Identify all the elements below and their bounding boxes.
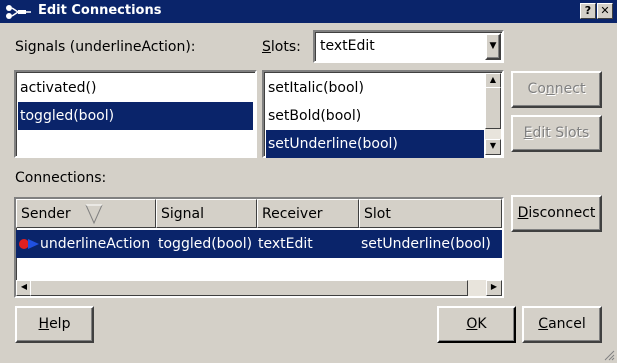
scroll-down-icon[interactable]: ▼ <box>485 139 501 155</box>
edit-slots-button[interactable]: Edit Slots <box>511 115 602 152</box>
disconnect-button[interactable]: Disconnect <box>511 195 602 232</box>
title-bar: Edit Connections ? ✕ <box>0 0 617 23</box>
cell-receiver: textEdit <box>258 236 313 252</box>
column-header-receiver[interactable]: Receiver <box>257 199 359 228</box>
connection-icon <box>19 239 39 249</box>
slots-vertical-scrollbar[interactable]: ▲ ▼ <box>485 73 501 155</box>
cell-sender: underlineAction <box>40 236 151 252</box>
resize-grip-icon[interactable] <box>603 349 615 361</box>
column-header-slot[interactable]: Slot <box>359 199 502 228</box>
cancel-button[interactable]: Cancel <box>522 306 602 343</box>
slots-receiver-value: textEdit <box>320 38 375 54</box>
help-question-button[interactable]: ? <box>580 3 596 19</box>
connections-label: Connections: <box>15 170 107 186</box>
table-header: Sender Signal Receiver Slot <box>16 199 502 228</box>
slots-label: Slots: <box>262 39 301 55</box>
cell-slot: setUnderline(bool) <box>361 236 491 252</box>
slots-receiver-combo[interactable]: textEdit ▼ <box>313 30 504 63</box>
slot-item-setunderline[interactable]: setUnderline(bool) <box>266 130 484 158</box>
window-title: Edit Connections <box>38 3 162 18</box>
column-header-sender[interactable]: Sender <box>16 199 156 228</box>
sort-arrow-icon <box>85 204 103 225</box>
signals-label: Signals (underlineAction): <box>15 39 196 55</box>
scroll-right-icon[interactable]: ▶ <box>486 280 502 296</box>
signal-item-activated[interactable]: activated() <box>18 74 253 102</box>
table-horizontal-scrollbar[interactable]: ◀ ▶ <box>16 280 502 296</box>
close-button[interactable]: ✕ <box>597 3 613 19</box>
table-row[interactable]: underlineAction toggled(bool) textEdit s… <box>16 230 502 258</box>
scroll-thumb[interactable] <box>485 87 501 129</box>
column-header-signal[interactable]: Signal <box>156 199 257 228</box>
hscroll-thumb[interactable] <box>30 280 468 296</box>
slot-item-setbold[interactable]: setBold(bool) <box>266 102 484 130</box>
cell-signal: toggled(bool) <box>158 236 253 252</box>
signal-item-toggled[interactable]: toggled(bool) <box>18 102 253 130</box>
help-button[interactable]: Help <box>15 306 94 343</box>
app-icon <box>6 5 31 19</box>
combo-arrow-icon[interactable]: ▼ <box>485 33 501 60</box>
connect-button[interactable]: Connect <box>511 71 602 108</box>
ok-button[interactable]: OK <box>437 306 516 343</box>
slot-item-setitalic[interactable]: setItalic(bool) <box>266 74 484 102</box>
slots-list[interactable]: setItalic(bool) setBold(bool) setUnderli… <box>262 70 504 158</box>
signals-list[interactable]: activated() toggled(bool) <box>14 70 257 158</box>
connections-table[interactable]: Sender Signal Receiver Slot underlineAct… <box>14 197 504 298</box>
